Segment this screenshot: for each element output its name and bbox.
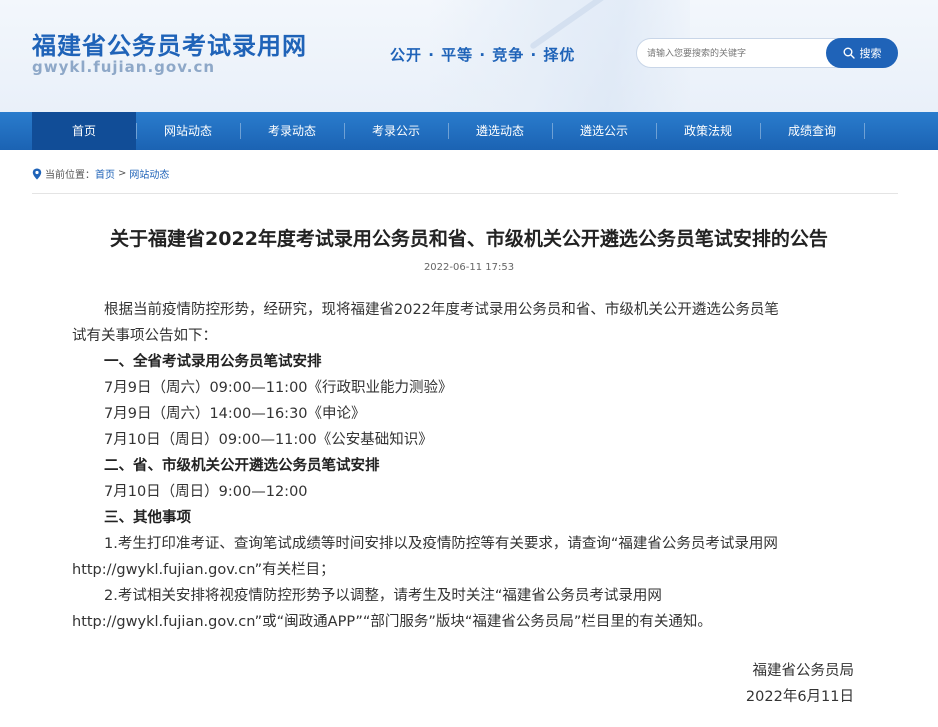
search-box: 搜索 bbox=[636, 38, 898, 68]
site-slogan: 公开 · 平等 · 竞争 · 择优 bbox=[390, 46, 576, 64]
main-nav: 首页 网站动态 考录动态 考录公示 遴选动态 遴选公示 政策法规 成绩查询 bbox=[0, 112, 938, 150]
note-paragraph: 2.考试相关安排将视疫情防控形势予以调整，请考生及时关注“福建省公务员考试录用网 bbox=[104, 588, 662, 604]
schedule-item: 7月9日（周六）14:00—16:30《申论》 bbox=[104, 406, 366, 422]
search-button[interactable]: 搜索 bbox=[826, 38, 898, 68]
intro-paragraph-cont: 试有关事项公告如下： bbox=[72, 328, 217, 344]
note-paragraph-cont: http://gwykl.fujian.gov.cn”有关栏目； bbox=[72, 562, 335, 578]
note-paragraph: 1.考生打印准考证、查询笔试成绩等时间安排以及疫情防控等有关要求，请查询“福建省… bbox=[104, 536, 778, 552]
nav-item-site-news[interactable]: 网站动态 bbox=[136, 112, 240, 150]
breadcrumb-separator: > bbox=[118, 168, 127, 179]
site-title[interactable]: 福建省公务员考试录用网 bbox=[32, 26, 307, 61]
nav-item-selection-news[interactable]: 遴选动态 bbox=[448, 112, 552, 150]
breadcrumb-home[interactable]: 首页 bbox=[95, 166, 115, 181]
nav-item-home[interactable]: 首页 bbox=[32, 112, 136, 150]
note-paragraph-cont: http://gwykl.fujian.gov.cn”或“闽政通APP”“部门服… bbox=[72, 614, 712, 630]
breadcrumb-divider bbox=[32, 193, 898, 194]
breadcrumb-prefix: 当前位置： bbox=[45, 170, 95, 181]
schedule-item: 7月9日（周六）09:00—11:00《行政职业能力测验》 bbox=[104, 380, 453, 396]
breadcrumb: 当前位置： 首页 > 网站动态 bbox=[32, 166, 169, 181]
site-url: gwykl.fujian.gov.cn bbox=[32, 58, 216, 76]
search-input[interactable] bbox=[647, 45, 822, 63]
breadcrumb-current[interactable]: 网站动态 bbox=[129, 166, 169, 181]
nav-item-policies[interactable]: 政策法规 bbox=[656, 112, 760, 150]
article-title: 关于福建省2022年度考试录用公务员和省、市级机关公开遴选公务员笔试安排的公告 bbox=[110, 228, 828, 250]
search-button-label: 搜索 bbox=[859, 47, 882, 60]
section-heading: 一、全省考试录用公务员笔试安排 bbox=[104, 354, 322, 370]
section-heading: 三、其他事项 bbox=[104, 510, 191, 526]
location-pin-icon bbox=[32, 168, 42, 179]
nav-separator bbox=[864, 123, 865, 139]
signature-date: 2022年6月11日 bbox=[745, 689, 854, 705]
nav-item-exam-news[interactable]: 考录动态 bbox=[240, 112, 344, 150]
section-heading: 二、省、市级机关公开遴选公务员笔试安排 bbox=[104, 458, 380, 474]
nav-item-exam-notices[interactable]: 考录公示 bbox=[344, 112, 448, 150]
nav-item-selection-notices[interactable]: 遴选公示 bbox=[552, 112, 656, 150]
search-icon bbox=[843, 47, 855, 59]
signature-block: 福建省公务员局 2022年6月11日 bbox=[0, 658, 854, 710]
site-header: 福建省公务员考试录用网 gwykl.fujian.gov.cn 公开 · 平等 … bbox=[0, 0, 938, 112]
article-body: 根据当前疫情防控形势，经研究，现将福建省2022年度考试录用公务员和省、市级机关… bbox=[72, 297, 862, 635]
nav-item-score-query[interactable]: 成绩查询 bbox=[760, 112, 864, 150]
signature-org: 福建省公务员局 bbox=[752, 663, 855, 679]
schedule-item: 7月10日（周日）9:00—12:00 bbox=[104, 484, 308, 500]
article-date: 2022-06-11 17:53 bbox=[423, 262, 515, 273]
schedule-item: 7月10日（周日）09:00—11:00《公安基础知识》 bbox=[104, 432, 433, 448]
intro-paragraph: 根据当前疫情防控形势，经研究，现将福建省2022年度考试录用公务员和省、市级机关… bbox=[104, 302, 779, 318]
